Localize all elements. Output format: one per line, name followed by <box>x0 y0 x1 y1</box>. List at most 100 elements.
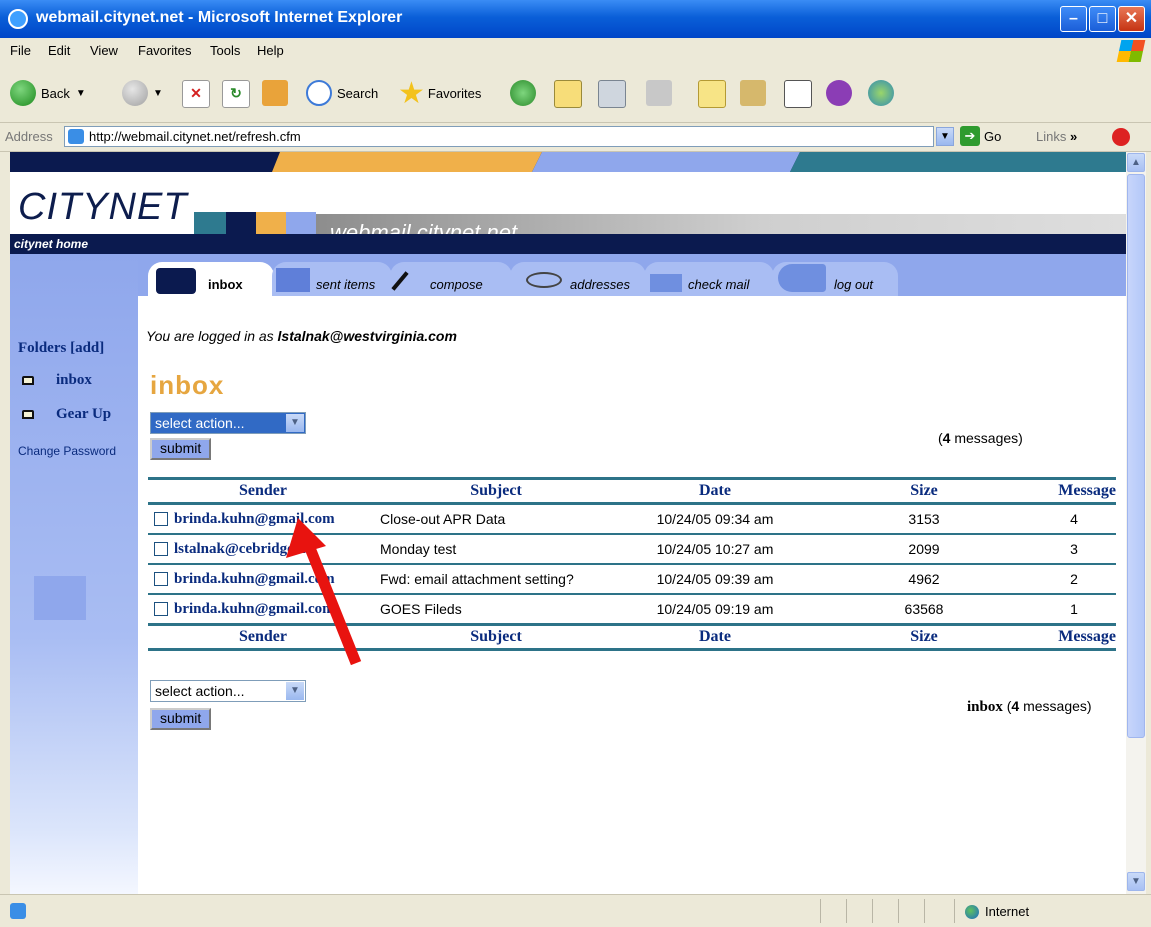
menu-edit[interactable]: Edit <box>48 43 70 58</box>
menu-view[interactable]: View <box>90 43 118 58</box>
column-footer-size[interactable]: Size <box>816 623 1032 651</box>
yahoo-messenger-icon[interactable] <box>826 80 852 106</box>
row-checkbox[interactable] <box>154 542 168 557</box>
submit-button-bottom[interactable]: submit <box>150 708 212 730</box>
header-stripe <box>10 152 1126 172</box>
tab-sent-items[interactable]: sent items <box>316 262 375 296</box>
table-header-row: Sender Subject Date Size Message <box>148 477 1116 505</box>
submit-button-top[interactable]: submit <box>150 438 212 460</box>
sidebar-folder-gear-up[interactable]: Gear Up <box>56 406 111 423</box>
change-password-link[interactable]: Change Password <box>18 444 116 458</box>
msn-messenger-icon[interactable] <box>868 80 894 106</box>
go-label: Go <box>984 128 1002 144</box>
action-select-bottom-value: select action... <box>155 683 245 699</box>
back-button[interactable]: Back ▼ <box>10 78 86 108</box>
row-checkbox[interactable] <box>154 602 168 617</box>
forward-button[interactable]: ▼ <box>122 78 163 108</box>
mailbox-icon <box>156 268 196 294</box>
messenger-icon[interactable] <box>784 80 812 108</box>
tab-inbox[interactable]: inbox <box>208 262 243 296</box>
discuss-icon[interactable] <box>698 80 726 108</box>
address-url: http://webmail.citynet.net/refresh.cfm <box>89 129 301 144</box>
row-checkbox[interactable] <box>154 572 168 587</box>
vertical-scrollbar[interactable]: ▲ ▼ <box>1126 152 1146 894</box>
tab-log-out[interactable]: log out <box>834 262 873 296</box>
menu-file[interactable]: File <box>10 43 31 58</box>
window-title: webmail.citynet.net - Microsoft Internet… <box>36 9 403 26</box>
folders-add-link[interactable]: Folders [add] <box>18 340 104 357</box>
tab-compose[interactable]: compose <box>430 262 483 296</box>
column-footer-message[interactable]: Message <box>1032 623 1116 651</box>
go-button[interactable]: ➔ Go <box>960 126 1001 146</box>
tab-addresses[interactable]: addresses <box>570 262 630 296</box>
windows-flag-icon <box>1116 40 1146 62</box>
message-count-top: (4 messages) <box>938 430 1023 446</box>
browser-window: webmail.citynet.net - Microsoft Internet… <box>0 0 1151 927</box>
row-checkbox[interactable] <box>154 512 168 527</box>
size-cell: 63568 <box>816 594 1032 626</box>
citynet-home-link[interactable]: citynet home <box>10 234 1126 254</box>
tab-check-mail[interactable]: check mail <box>688 262 749 296</box>
message-number-cell: 2 <box>1032 564 1116 595</box>
page-icon <box>68 129 84 144</box>
page-status-icon <box>10 903 26 919</box>
column-header-date[interactable]: Date <box>614 477 816 505</box>
search-button[interactable]: Search <box>306 78 378 108</box>
toolbar: Back ▼ ▼ ✕ ↻ Search ★ Favorites <box>0 64 1151 123</box>
subject-cell[interactable]: Fwd: email attachment setting? <box>378 564 614 595</box>
maximize-button[interactable]: □ <box>1089 6 1116 32</box>
sidebar-decor-block <box>34 576 86 620</box>
chevron-down-icon: ▼ <box>286 682 304 700</box>
log-out-arrow-icon <box>778 264 826 292</box>
scroll-down-icon[interactable]: ▼ <box>1127 872 1145 891</box>
refresh-icon[interactable]: ↻ <box>222 80 250 108</box>
logo-row: CITYNET webmail.citynet.net <box>10 172 1126 245</box>
message-number-cell: 4 <box>1032 503 1116 535</box>
column-header-subject[interactable]: Subject <box>378 477 614 505</box>
column-footer-subject[interactable]: Subject <box>378 623 614 651</box>
history-icon[interactable] <box>510 80 536 106</box>
status-divider <box>924 899 925 923</box>
subject-cell[interactable]: Close-out APR Data <box>378 503 614 535</box>
column-footer-date[interactable]: Date <box>614 623 816 651</box>
edit-icon[interactable] <box>646 80 672 106</box>
scroll-up-icon[interactable]: ▲ <box>1127 153 1145 172</box>
address-book-icon <box>526 272 562 288</box>
column-header-sender[interactable]: Sender <box>148 477 378 505</box>
favorites-button[interactable]: ★ Favorites <box>398 77 482 110</box>
message-count-top-label: messages) <box>950 430 1023 446</box>
size-cell: 4962 <box>816 564 1032 595</box>
date-cell: 10/24/05 09:34 am <box>614 503 816 535</box>
citynet-logo[interactable]: CITYNET <box>18 186 188 229</box>
research-icon[interactable] <box>740 80 766 106</box>
sidebar-folder-inbox[interactable]: inbox <box>56 372 92 389</box>
toolbar-extension-icon[interactable] <box>1112 128 1130 146</box>
back-dropdown-icon: ▼ <box>75 87 86 99</box>
stop-icon[interactable]: ✕ <box>182 80 210 108</box>
close-button[interactable]: ✕ <box>1118 6 1145 32</box>
message-count-bottom: inbox (4 messages) <box>967 698 1092 715</box>
address-input[interactable]: http://webmail.citynet.net/refresh.cfm <box>64 126 934 147</box>
mail-icon[interactable] <box>554 80 582 108</box>
status-divider <box>820 899 821 923</box>
page-title: inbox <box>150 370 225 400</box>
menu-favorites[interactable]: Favorites <box>138 43 191 58</box>
minimize-button[interactable]: – <box>1060 6 1087 32</box>
action-select-top-value: select action... <box>155 415 245 431</box>
action-select-bottom[interactable]: select action... ▼ <box>150 680 306 702</box>
address-dropdown-icon[interactable]: ▼ <box>936 127 954 146</box>
sent-items-icon <box>276 268 310 292</box>
action-select-top[interactable]: select action... ▼ <box>150 412 306 434</box>
column-header-message[interactable]: Message <box>1032 477 1116 505</box>
menu-tools[interactable]: Tools <box>210 43 240 58</box>
subject-cell[interactable]: Monday test <box>378 534 614 565</box>
print-icon[interactable] <box>598 80 626 108</box>
menu-help[interactable]: Help <box>257 43 284 58</box>
links-button[interactable]: Links » <box>1036 129 1077 144</box>
scrollbar-thumb[interactable] <box>1127 174 1145 738</box>
message-number-cell: 1 <box>1032 594 1116 626</box>
favorites-label: Favorites <box>427 85 482 101</box>
column-header-size[interactable]: Size <box>816 477 1032 505</box>
subject-cell[interactable]: GOES Fileds <box>378 594 614 626</box>
home-icon[interactable] <box>262 80 288 106</box>
